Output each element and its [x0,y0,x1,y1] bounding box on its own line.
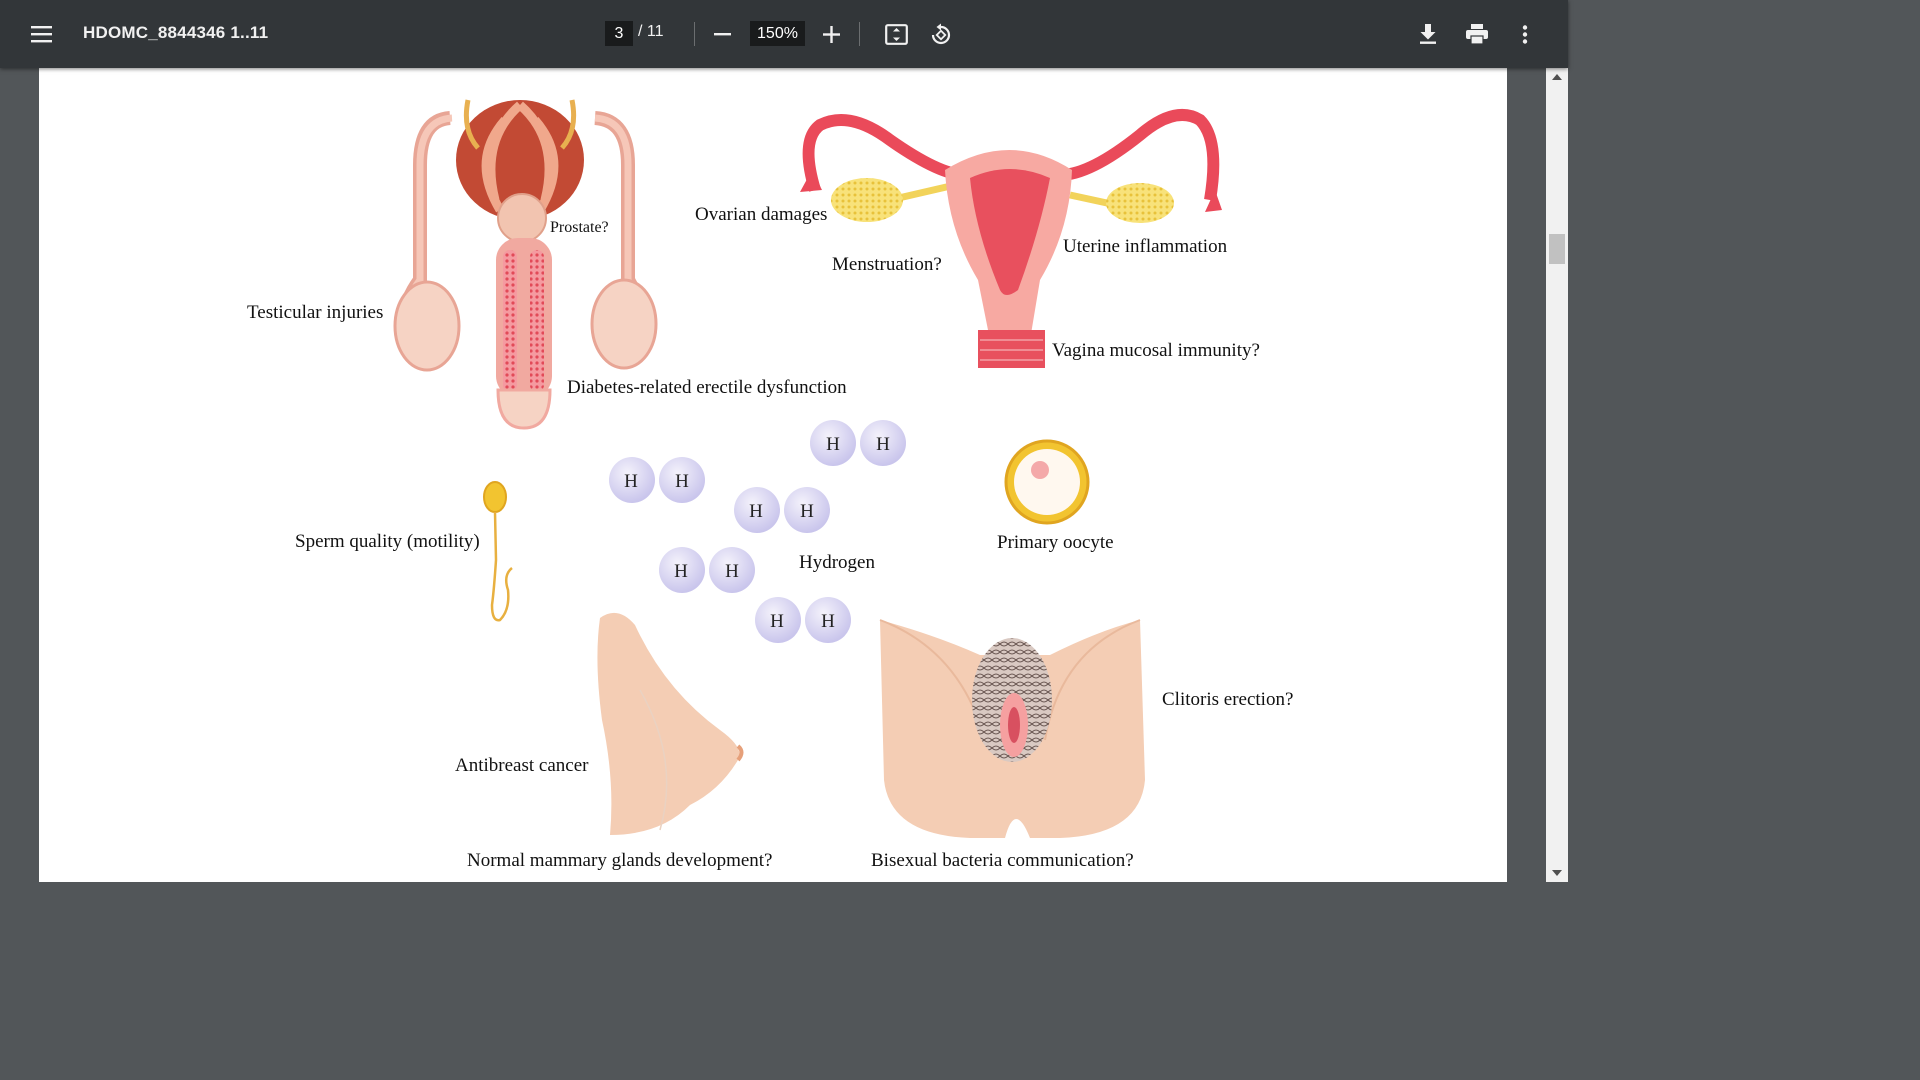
atom-label: H [675,471,689,492]
zoom-level-input[interactable]: 150% [750,21,805,46]
download-icon[interactable] [1419,24,1437,44]
hydrogen-molecule: H H [609,457,705,503]
atom-label: H [725,561,739,582]
hydrogen-molecule: H H [810,420,906,466]
label-menstruation: Menstruation? [832,254,942,275]
label-antibreast-cancer: Antibreast cancer [455,755,589,776]
label-ovarian-damages: Ovarian damages [695,204,828,225]
pdf-page: H H H H H H H H H H Prostate? Testicular… [39,68,1507,882]
pdf-toolbar: HDOMC_8844346 1..11 3 / 11 150% [0,0,1568,68]
hydrogen-molecules: H H H H H H H H H H [609,420,906,643]
pelvis-illustration [879,619,1145,838]
menu-icon[interactable] [31,25,52,43]
rotate-icon[interactable] [929,23,952,46]
label-sperm-quality: Sperm quality (motility) [295,531,480,552]
fit-page-icon[interactable] [885,24,908,45]
label-mammary-development: Normal mammary glands development? [467,850,773,871]
figure-illustration: H H H H H H H H H H [393,99,1222,838]
atom-label: H [876,434,890,455]
oocyte-illustration [1004,439,1090,525]
scroll-down-icon[interactable] [1552,870,1562,876]
hydrogen-molecule: H H [734,487,830,533]
scroll-thumb[interactable] [1549,234,1565,264]
label-primary-oocyte: Primary oocyte [997,532,1114,553]
label-clitoris-erection: Clitoris erection? [1162,689,1294,710]
atom-label: H [800,501,814,522]
label-hydrogen: Hydrogen [799,552,875,573]
sperm-illustration [483,481,513,622]
atom-label: H [749,501,763,522]
label-vagina-immunity: Vagina mucosal immunity? [1052,340,1260,361]
print-icon[interactable] [1466,24,1488,44]
label-bacteria-communication: Bisexual bacteria communication? [871,850,1134,871]
atom-label: H [624,471,638,492]
zoom-out-icon[interactable] [714,33,731,36]
more-vert-icon[interactable] [1522,25,1528,44]
toolbar-divider [859,22,860,46]
label-prostate: Prostate? [550,219,609,236]
page-total: / 11 [638,23,664,40]
label-testicular-injuries: Testicular injuries [247,302,384,323]
hydrogen-molecule: H H [755,597,851,643]
breast-illustration [597,612,744,835]
document-title: HDOMC_8844346 1..11 [83,23,269,42]
zoom-in-icon[interactable] [823,26,840,43]
label-uterine-inflammation: Uterine inflammation [1063,236,1228,257]
vertical-scrollbar[interactable] [1546,68,1568,882]
atom-label: H [821,611,835,632]
scroll-up-icon[interactable] [1552,74,1562,80]
atom-label: H [674,561,688,582]
label-erectile-dysfunction: Diabetes-related erectile dysfunction [567,377,847,398]
hydrogen-molecule: H H [659,547,755,593]
page-number-input[interactable]: 3 [605,21,633,46]
toolbar-divider [694,22,695,46]
atom-label: H [770,611,784,632]
atom-label: H [826,434,840,455]
